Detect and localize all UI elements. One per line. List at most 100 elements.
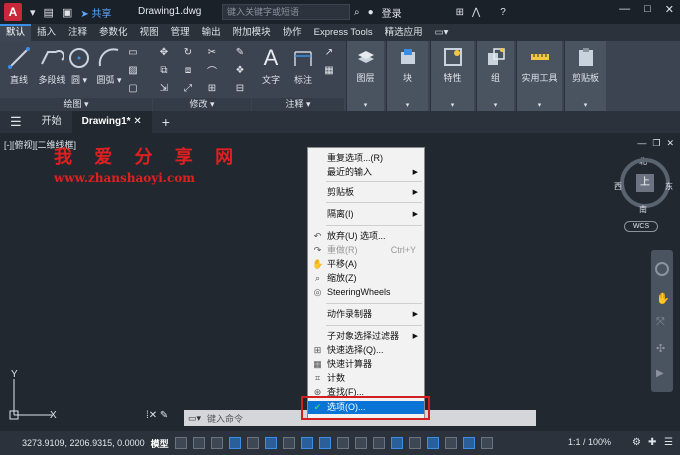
line-tool[interactable]: 直线	[2, 45, 36, 86]
context-menu-item[interactable]: ◎ SteeringWheels	[308, 286, 424, 299]
context-menu-item[interactable]: 剪贴板 ▶	[308, 186, 424, 199]
tab-output[interactable]: 输出	[196, 24, 227, 41]
context-menu-item[interactable]: ⊞ 快速选择(Q)...	[308, 344, 424, 357]
tab-start[interactable]: 开始	[32, 111, 72, 133]
table-icon[interactable]: ▦	[322, 63, 336, 77]
search-icon[interactable]: ⌕	[354, 7, 360, 18]
autocad-logo[interactable]: A	[4, 3, 22, 21]
erase-icon[interactable]: ✎	[233, 45, 247, 59]
utilities-panel[interactable]: 实用工具 ▾	[516, 41, 562, 111]
viewport-restore-icon[interactable]: ❐	[652, 138, 660, 149]
dynamic-input-icon[interactable]	[228, 437, 241, 449]
share-network-icon[interactable]: ⋀	[472, 7, 480, 18]
dimension-tool[interactable]: 标注	[286, 45, 320, 86]
polar-tracking-icon[interactable]	[264, 437, 277, 449]
annotation-group-label[interactable]: 注释 ▾	[252, 98, 344, 111]
block-panel[interactable]: 块 ▾	[386, 41, 428, 111]
context-menu-item[interactable]: 隔离(I) ▶	[308, 208, 424, 221]
context-menu-item[interactable]: ⌕ 缩放(Z)	[308, 272, 424, 285]
compass-west[interactable]: 西	[614, 181, 622, 192]
save-icon[interactable]: ▣	[62, 6, 72, 19]
clipboard-dropdown-icon[interactable]: ▾	[565, 101, 606, 109]
circle-dropdown-icon[interactable]: ▾	[80, 75, 87, 85]
viewport-close-icon[interactable]: ✕	[666, 138, 674, 149]
ortho-icon[interactable]	[246, 437, 259, 449]
array-icon[interactable]: ⊞	[205, 81, 219, 95]
annotation-visibility-icon[interactable]	[462, 437, 475, 449]
selection-cycling-icon[interactable]	[372, 437, 385, 449]
cursor-coordinates[interactable]: 3273.9109, 2206.9315, 0.0000	[22, 438, 145, 448]
selection-filter-icon[interactable]	[426, 437, 439, 449]
viewport-minimize-icon[interactable]: —	[637, 138, 646, 149]
menu-icon[interactable]: ▾	[30, 6, 36, 19]
rotate-icon[interactable]: ↻	[181, 45, 195, 59]
settings-gear-icon[interactable]: ⚙	[632, 437, 641, 448]
mirror-icon[interactable]: ⧈	[181, 63, 195, 77]
close-icon[interactable]: ✕	[665, 3, 674, 16]
viewcube[interactable]: 上	[620, 158, 670, 208]
transparency-icon[interactable]	[354, 437, 367, 449]
context-menu-item[interactable]: ▦ 快速计算器	[308, 358, 424, 371]
new-tab-icon[interactable]: +	[152, 111, 180, 133]
tab-insert[interactable]: 插入	[31, 24, 62, 41]
copy-icon[interactable]: ⧉	[157, 63, 171, 77]
cart-icon[interactable]: ⊞	[456, 7, 464, 18]
tab-extra-icon[interactable]: ▭▾	[429, 24, 455, 41]
clipboard-panel[interactable]: 剪贴板 ▾	[564, 41, 606, 111]
tab-parametric[interactable]: 参数化	[93, 24, 134, 41]
maximize-icon[interactable]: □	[644, 3, 651, 16]
user-icon[interactable]: ●	[368, 7, 374, 18]
layers-panel[interactable]: 图层 ▾	[346, 41, 384, 111]
isodraft-icon[interactable]	[282, 437, 295, 449]
model-space-button[interactable]: 模型	[151, 437, 169, 450]
share-button[interactable]: ➤ 共享	[80, 5, 111, 20]
3d-osnap-icon[interactable]	[390, 437, 403, 449]
context-menu-item[interactable]: ↶ 放弃(U) 选项...	[308, 230, 424, 243]
rectangle-icon[interactable]: ▭	[126, 45, 140, 59]
wcs-menu[interactable]: WCS	[624, 221, 658, 232]
orbit-icon[interactable]: ✣	[656, 342, 665, 355]
pan-hand-icon[interactable]: ✋	[656, 292, 670, 305]
gizmo-icon[interactable]	[444, 437, 457, 449]
steering-wheel-icon[interactable]	[655, 262, 669, 276]
tab-featured-apps[interactable]: 精选应用	[379, 24, 429, 41]
dynamic-ucs-icon[interactable]	[408, 437, 421, 449]
lineweight-icon[interactable]	[336, 437, 349, 449]
block-dropdown-icon[interactable]: ▾	[387, 101, 428, 109]
isolate-objects-icon[interactable]: ✚	[648, 437, 656, 448]
tab-addins[interactable]: 附加模块	[227, 24, 277, 41]
explode-icon[interactable]: ❖	[233, 63, 247, 77]
utilities-dropdown-icon[interactable]: ▾	[517, 101, 562, 109]
tab-drawing1[interactable]: Drawing1* ✕	[71, 111, 152, 133]
properties-panel[interactable]: 特性 ▾	[430, 41, 474, 111]
compass-south[interactable]: 南	[639, 204, 647, 215]
offset-icon[interactable]: ⊟	[233, 81, 247, 95]
draw-group-label[interactable]: 绘图 ▾	[0, 98, 152, 111]
trim-icon[interactable]: ✂	[205, 45, 219, 59]
context-menu-item[interactable]: 子对象选择过滤器 ▶	[308, 330, 424, 343]
hamburger-menu-icon[interactable]: ☰	[0, 111, 32, 133]
zoom-extents-icon[interactable]: ⤧	[656, 316, 665, 329]
close-tab-icon[interactable]: ✕	[133, 116, 141, 127]
annotation-scale-readout[interactable]: 1:1 / 100%	[568, 437, 611, 447]
customization-menu-icon[interactable]: ☰	[664, 437, 673, 448]
grid-icon[interactable]	[174, 437, 187, 449]
context-menu-item[interactable]: ✋ 平移(A)	[308, 258, 424, 271]
context-menu-item[interactable]: ↷ 重做(R) Ctrl+Y	[308, 244, 424, 257]
compass-east[interactable]: 东	[665, 181, 673, 192]
leader-icon[interactable]: ↗	[322, 45, 336, 59]
stretch-icon[interactable]: ⇲	[157, 81, 171, 95]
tab-view[interactable]: 视图	[134, 24, 165, 41]
minimize-icon[interactable]: —	[619, 3, 630, 16]
modify-group-label[interactable]: 修改 ▾	[153, 98, 251, 111]
tab-manage[interactable]: 管理	[165, 24, 196, 41]
text-tool[interactable]: A 文字	[254, 45, 288, 86]
properties-dropdown-icon[interactable]: ▾	[431, 101, 474, 109]
region-icon[interactable]: ▢	[126, 81, 140, 95]
circle-tool[interactable]: 圆 ▾	[62, 45, 96, 86]
hatch-icon[interactable]: ▨	[126, 63, 140, 77]
object-snap-icon[interactable]	[318, 437, 331, 449]
cmd-prompt-icon[interactable]: ▭▾	[188, 413, 201, 424]
context-menu-item[interactable]: 最近的输入 ▶	[308, 166, 424, 179]
open-file-icon[interactable]: ▤	[44, 6, 54, 19]
